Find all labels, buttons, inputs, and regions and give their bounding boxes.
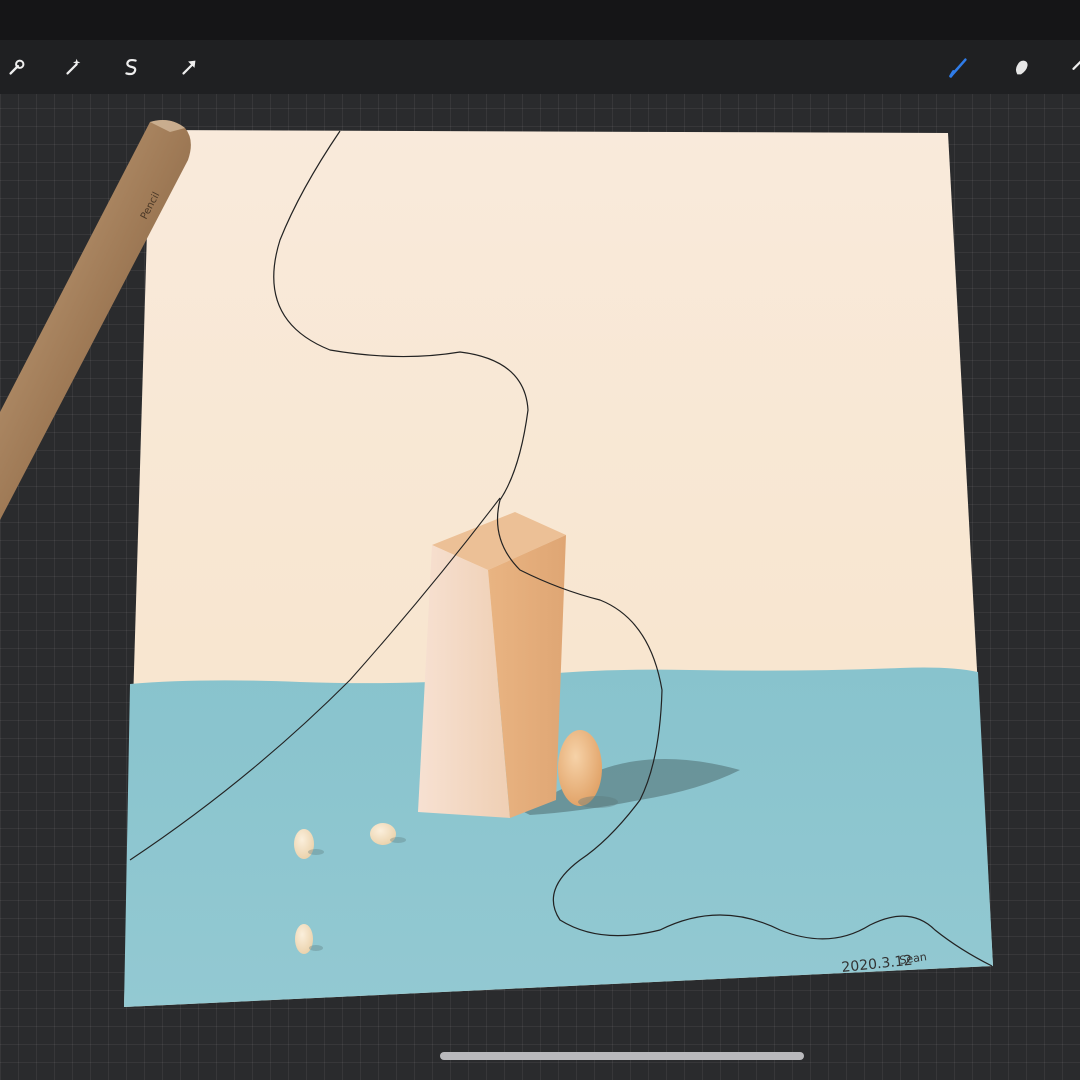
ipad-screen: 2020.3.12 Sean Pencil: [0, 0, 1080, 1080]
home-indicator[interactable]: [440, 1052, 804, 1060]
brush-icon[interactable]: [944, 52, 974, 82]
wrench-icon[interactable]: [2, 52, 32, 82]
magic-wand-icon[interactable]: [58, 52, 88, 82]
device-bezel: [0, 0, 1080, 40]
canvas-area[interactable]: [130, 130, 990, 1010]
arrow-cursor-icon[interactable]: [174, 52, 204, 82]
selection-s-icon[interactable]: [116, 52, 146, 82]
eraser-icon[interactable]: [1064, 52, 1080, 82]
procreate-toolbar: [0, 40, 1080, 94]
smudge-icon[interactable]: [1006, 52, 1036, 82]
